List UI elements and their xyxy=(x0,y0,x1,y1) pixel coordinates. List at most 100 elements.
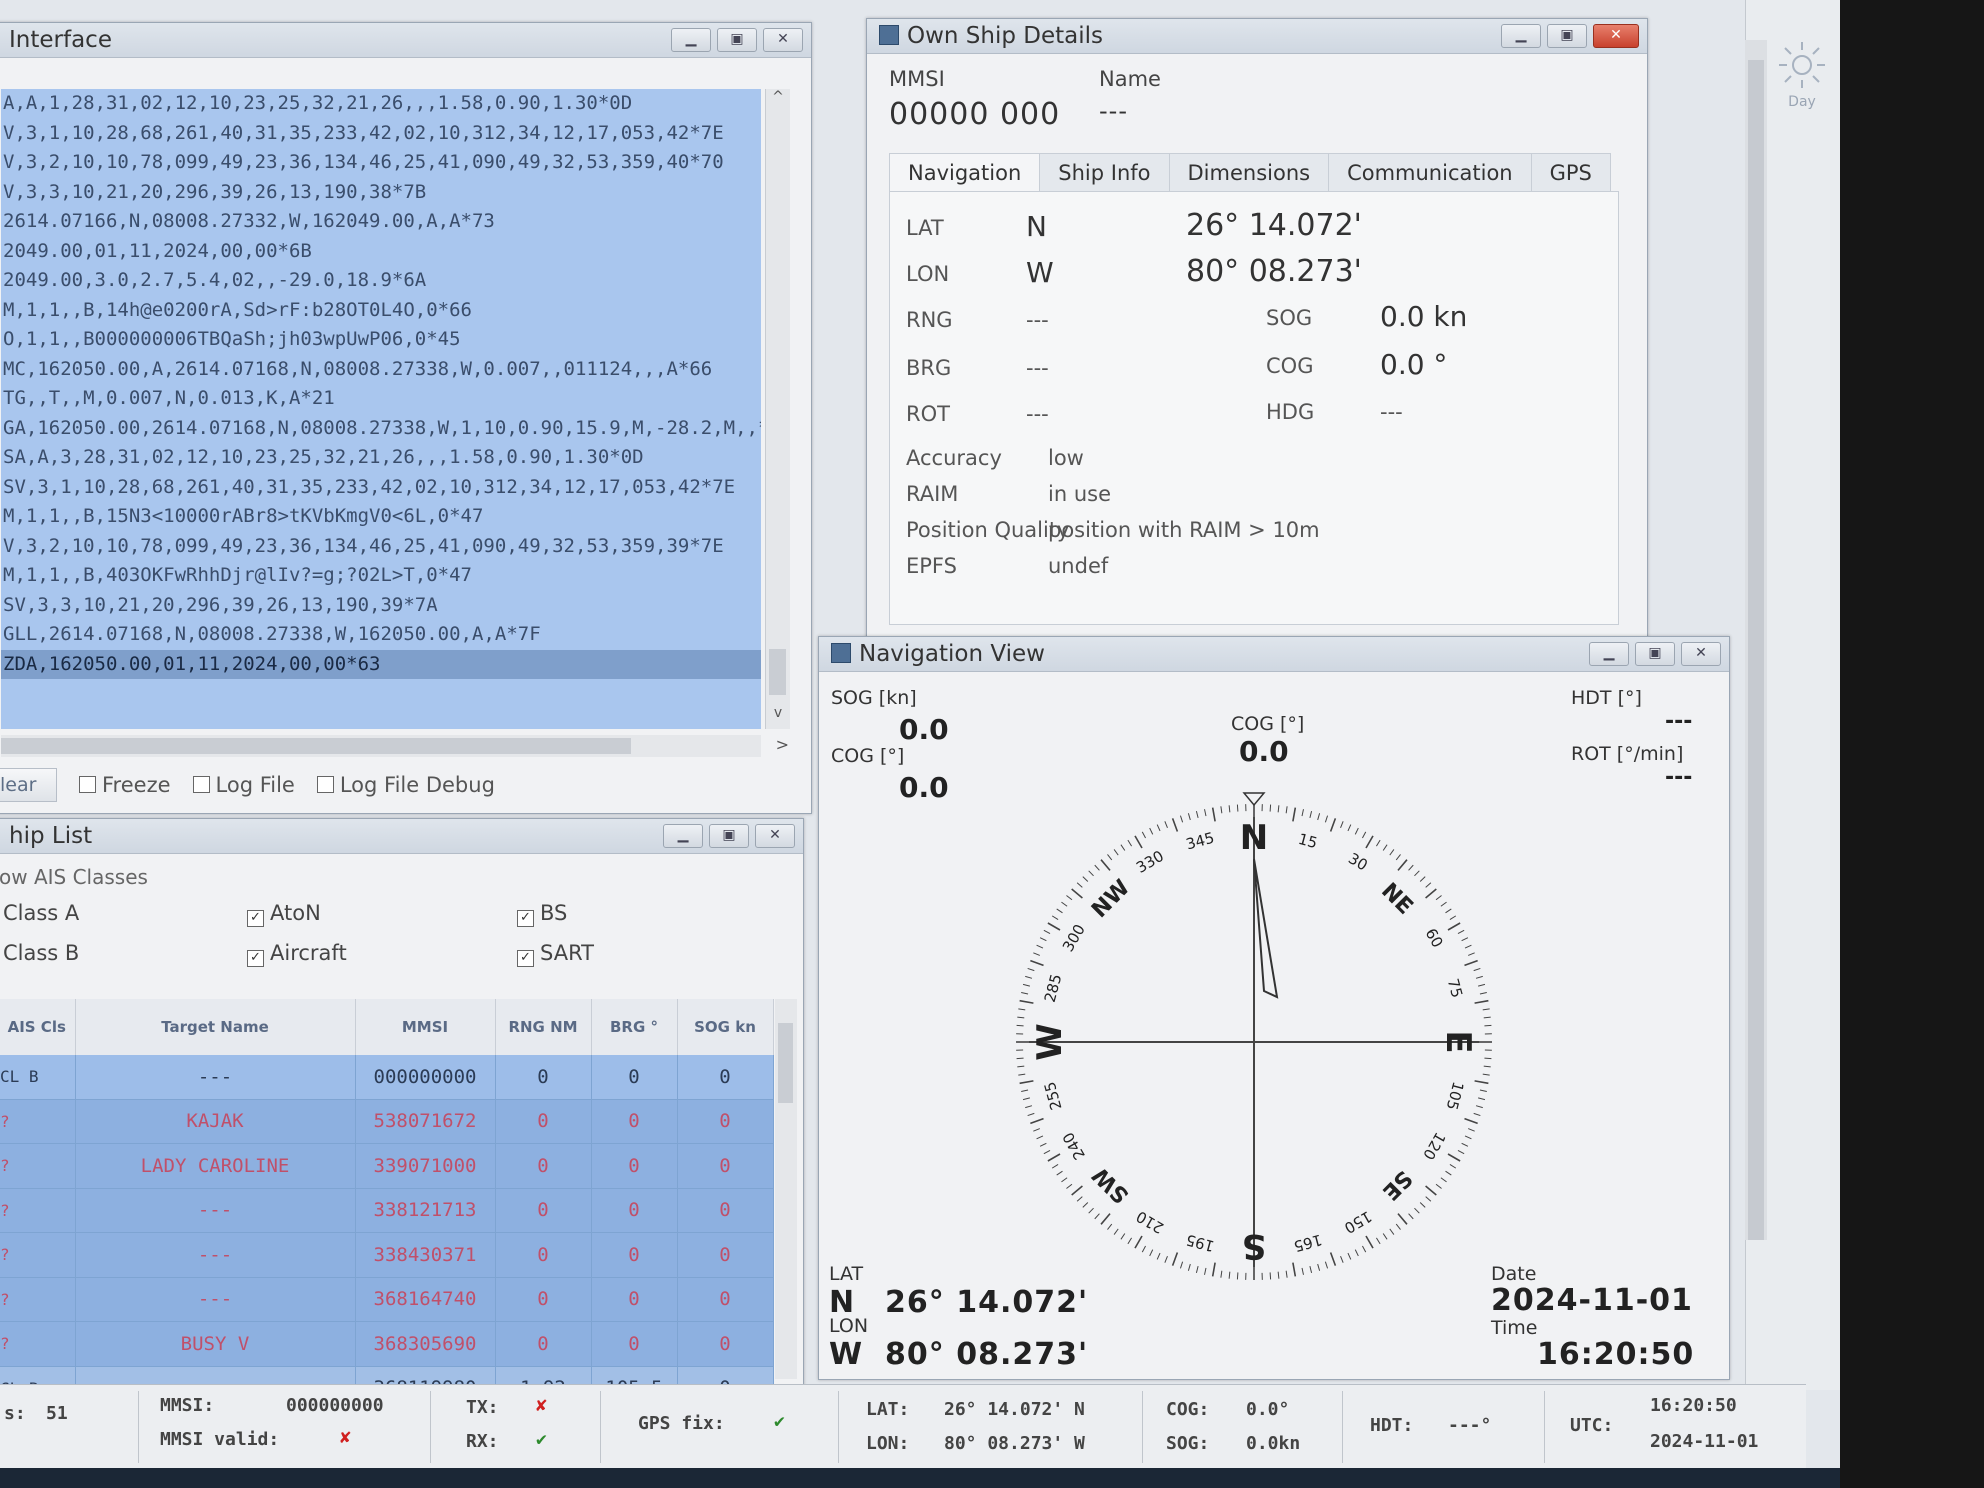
nmea-vertical-scrollbar[interactable]: ^ v xyxy=(765,89,790,729)
maximize-icon[interactable]: ▣ xyxy=(717,28,757,52)
cog-left-label: COG [°] xyxy=(831,745,905,767)
scroll-up-icon[interactable]: ^ xyxy=(766,89,790,113)
navigation-view-titlebar[interactable]: Navigation View ▁ ▣ ✕ xyxy=(819,637,1729,672)
nmea-line[interactable]: O,1,1,,B000000006TBQaSh;jh03wpUwP06,0*45 xyxy=(1,325,761,355)
tab-communication[interactable]: Communication xyxy=(1328,153,1532,192)
col-sog[interactable]: SOG kn xyxy=(677,999,774,1055)
nmea-scroll-thumb[interactable] xyxy=(769,649,786,695)
status-lat-value: 26° 14.072' N xyxy=(944,1399,1085,1420)
close-icon[interactable]: ✕ xyxy=(1681,642,1721,666)
nmea-line[interactable]: M,1,1,,B,14h@e0200rA,Sd>rF:b28OT0L4O,0*6… xyxy=(1,296,761,326)
compass-tick xyxy=(1329,1252,1337,1266)
maximize-icon[interactable]: ▣ xyxy=(1635,642,1675,666)
log-file-checkbox[interactable]: Log File xyxy=(192,773,295,797)
maximize-icon[interactable]: ▣ xyxy=(1547,24,1587,48)
compass-tick xyxy=(1204,809,1207,817)
col-ais-cls[interactable]: AIS Cls xyxy=(0,999,76,1055)
bs-checkbox[interactable]: ✓ BS xyxy=(517,901,567,927)
col-rng[interactable]: RNG NM xyxy=(495,999,592,1055)
time-value: 16:20:50 xyxy=(1537,1337,1695,1372)
minimize-icon[interactable]: ▁ xyxy=(1501,24,1541,48)
compass-tick xyxy=(1033,952,1041,956)
maximize-icon[interactable]: ▣ xyxy=(709,824,749,848)
nmea-line[interactable]: GA,162050.00,2614.07168,N,08008.27338,W,… xyxy=(1,414,761,444)
ship-table-scrollbar[interactable] xyxy=(775,999,797,1379)
nmea-line[interactable]: M,1,1,,B,15N3<10000rABr8>tKVbKmgV0<6L,0*… xyxy=(1,502,761,532)
nmea-horizontal-scrollbar[interactable]: > xyxy=(1,735,789,757)
checkbox-checked-icon[interactable]: ✓ xyxy=(247,910,264,927)
cell-sog: 0 xyxy=(677,1055,774,1100)
table-row[interactable]: ? LADY CAROLINE 339071000 0 0 0 xyxy=(0,1143,774,1189)
scroll-down-icon[interactable]: v xyxy=(766,705,790,729)
nmea-line[interactable]: V,3,3,10,21,20,296,39,26,13,190,38*7B xyxy=(1,178,761,208)
day-mode-button[interactable]: Day xyxy=(1772,40,1832,110)
main-scrollbar-thumb[interactable] xyxy=(1748,60,1764,1240)
nmea-line[interactable]: M,1,1,,B,403OKFwRhhDjr@lIv?=g;?02L>T,0*4… xyxy=(1,561,761,591)
nmea-line[interactable]: MC,162050.00,A,2614.07168,N,08008.27338,… xyxy=(1,355,761,385)
scroll-right-icon[interactable]: > xyxy=(776,735,789,754)
table-row[interactable]: CL B --- 000000000 0 0 0 xyxy=(0,1055,774,1100)
close-icon[interactable]: ✕ xyxy=(755,824,795,848)
clear-button[interactable]: lear xyxy=(0,768,57,802)
monitor-bezel xyxy=(1840,0,1984,1488)
cell-cls: CL B xyxy=(0,1055,76,1100)
col-brg[interactable]: BRG ° xyxy=(591,999,678,1055)
own-ship-titlebar[interactable]: Own Ship Details ▁ ▣ ✕ xyxy=(867,19,1647,54)
close-icon[interactable]: ✕ xyxy=(1593,24,1639,48)
nmea-line[interactable]: SV,3,1,10,28,68,261,40,31,35,233,42,02,1… xyxy=(1,473,761,503)
minimize-icon[interactable]: ▁ xyxy=(663,824,703,848)
nmea-line[interactable]: GLL,2614.07168,N,08008.27338,W,162050.00… xyxy=(1,620,761,650)
checkbox-checked-icon[interactable]: ✓ xyxy=(517,910,534,927)
table-row[interactable]: ? --- 338121713 0 0 0 xyxy=(0,1188,774,1233)
checkbox-checked-icon[interactable]: ✓ xyxy=(517,950,534,967)
nmea-line[interactable]: TG,,T,,M,0.007,N,0.013,K,A*21 xyxy=(1,384,761,414)
close-icon[interactable]: ✕ xyxy=(763,28,803,52)
main-scrollbar[interactable] xyxy=(1745,40,1767,1240)
cog-marker-icon xyxy=(1242,792,1266,807)
compass-tick xyxy=(1195,810,1199,818)
class-b-checkbox[interactable]: Class B xyxy=(3,941,79,965)
tab-navigation[interactable]: Navigation xyxy=(889,153,1041,192)
ship-table-scroll-thumb[interactable] xyxy=(778,1023,793,1103)
nmea-line[interactable]: V,3,1,10,28,68,261,40,31,35,233,42,02,10… xyxy=(1,119,761,149)
minimize-icon[interactable]: ▁ xyxy=(671,28,711,52)
col-target-name[interactable]: Target Name xyxy=(75,999,356,1055)
nmea-line[interactable]: SA,A,3,28,31,02,12,10,23,25,32,21,26,,,1… xyxy=(1,443,761,473)
freeze-checkbox[interactable]: Freeze xyxy=(79,773,171,797)
table-row[interactable]: ? --- 338430371 0 0 0 xyxy=(0,1232,774,1278)
compass-tick xyxy=(1018,1073,1026,1076)
nmea-titlebar[interactable]: Interface ▁ ▣ ✕ xyxy=(0,23,811,58)
nmea-line-selected[interactable]: ZDA,162050.00,01,11,2024,00,00*63 xyxy=(1,649,761,679)
ship-list-titlebar[interactable]: hip List ▁ ▣ ✕ xyxy=(0,819,803,854)
nmea-line[interactable]: SV,3,3,10,21,20,296,39,26,13,190,39*7A xyxy=(1,591,761,621)
nmea-line[interactable]: V,3,2,10,10,78,099,49,23,36,134,46,25,41… xyxy=(1,148,761,178)
compass-tick xyxy=(1094,1213,1100,1220)
nmea-line[interactable]: 2614.07166,N,08008.27332,W,162049.00,A,A… xyxy=(1,207,761,237)
sart-checkbox[interactable]: ✓ SART xyxy=(517,941,594,967)
checkbox-icon[interactable] xyxy=(316,776,334,793)
class-a-checkbox[interactable]: Class A xyxy=(3,901,79,925)
checkbox-icon[interactable] xyxy=(79,776,96,793)
nmea-line[interactable]: 2049.00,01,11,2024,00,00*6B xyxy=(1,237,761,267)
tab-gps[interactable]: GPS xyxy=(1530,153,1611,192)
compass-tick xyxy=(1228,1271,1231,1279)
nmea-line[interactable]: 2049.00,3.0,2.7,5.4,02,,-29.0,18.9*6A xyxy=(1,266,761,296)
compass-degree-label: 210 xyxy=(1133,1207,1167,1237)
checkbox-checked-icon[interactable]: ✓ xyxy=(247,950,264,967)
log-file-debug-checkbox[interactable]: Log File Debug xyxy=(316,773,495,797)
tab-dimensions[interactable]: Dimensions xyxy=(1168,153,1330,192)
nmea-log[interactable]: A,A,1,28,31,02,12,10,23,25,32,21,26,,,1.… xyxy=(1,89,761,729)
col-mmsi[interactable]: MMSI xyxy=(355,999,496,1055)
aton-checkbox[interactable]: ✓ AtoN xyxy=(247,901,321,927)
nmea-line[interactable]: V,3,2,10,10,78,099,49,23,36,134,46,25,41… xyxy=(1,532,761,562)
nmea-hscroll-thumb[interactable] xyxy=(1,738,631,754)
nmea-line[interactable]: A,A,1,28,31,02,12,10,23,25,32,21,26,,,1.… xyxy=(1,89,761,119)
tab-ship-info[interactable]: Ship Info xyxy=(1039,153,1170,192)
table-row[interactable]: ? KAJAK 538071672 0 0 0 xyxy=(0,1099,774,1144)
table-row[interactable]: ? --- 368164740 0 0 0 xyxy=(0,1277,774,1322)
table-row[interactable]: ? BUSY V 368305690 0 0 0 xyxy=(0,1321,774,1367)
aircraft-checkbox[interactable]: ✓ Aircraft xyxy=(247,941,347,967)
checkbox-icon[interactable] xyxy=(192,776,210,793)
minimize-icon[interactable]: ▁ xyxy=(1589,642,1629,666)
cell-brg: 0 xyxy=(591,1055,678,1100)
